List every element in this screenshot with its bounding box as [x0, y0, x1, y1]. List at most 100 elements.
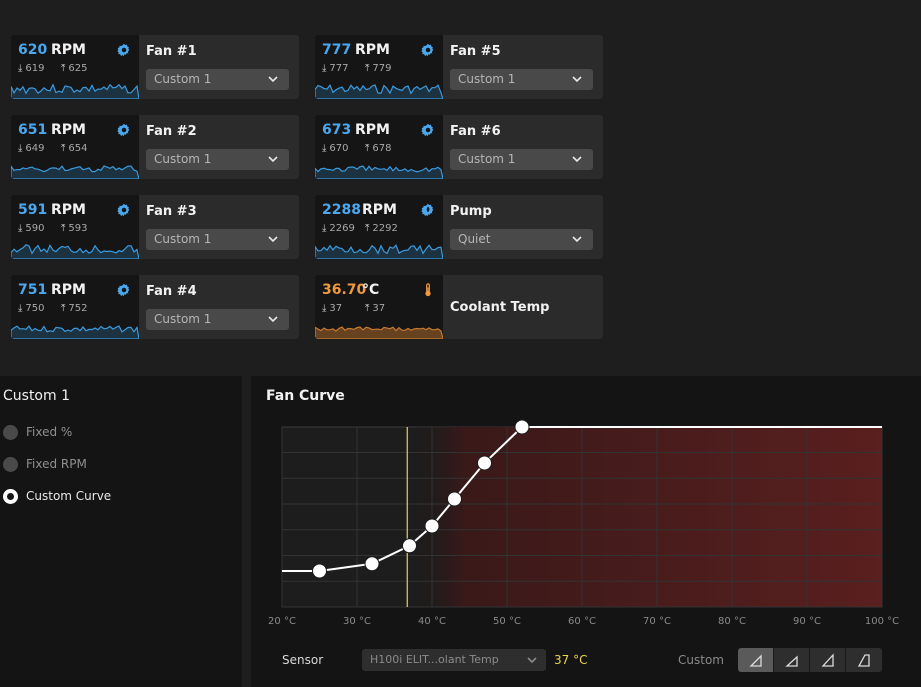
chevron-down-icon [268, 76, 278, 83]
gear-icon[interactable] [421, 42, 435, 57]
min-value: 750 [25, 303, 45, 314]
x-tick-label: 60 °C [568, 616, 596, 627]
chevron-down-icon [527, 657, 537, 664]
min-reading: ⤓ 590 [18, 223, 45, 234]
device-card-pump: 2288 RPM ⤓ 2269 ⤒ 2292 Pump Quiet [315, 195, 603, 259]
reading-unit: RPM [355, 122, 390, 138]
fan-curve-chart[interactable]: 20 °C 30 °C 40 °C 50 °C 60 °C 70 °C 80 °C 90 °C… [251, 376, 921, 636]
preset-select[interactable]: Custom 1 [146, 229, 289, 250]
min-reading: ⤓ 37 [322, 303, 342, 314]
device-name: Fan #4 [146, 284, 197, 299]
max-reading: ⤒ 779 [365, 63, 392, 74]
sparkline [11, 165, 139, 179]
sensor-select[interactable]: H100i ELIT...olant Temp [362, 649, 546, 671]
arrow-down-icon: ⤓ [322, 63, 327, 74]
device-name: Coolant Temp [450, 300, 550, 315]
gear-icon[interactable] [421, 122, 435, 137]
sparkline [11, 325, 139, 339]
curve-point[interactable] [424, 518, 440, 534]
reading-unit: RPM [51, 202, 86, 218]
radio-button[interactable] [3, 457, 18, 472]
device-name: Fan #3 [146, 204, 197, 219]
thermometer-icon[interactable] [421, 282, 435, 297]
x-tick-label: 30 °C [343, 616, 371, 627]
arrow-down-icon: ⤓ [322, 143, 327, 154]
curve-point[interactable] [447, 491, 462, 507]
arrow-up-icon: ⤒ [365, 143, 370, 154]
arrow-down-icon: ⤓ [18, 63, 23, 74]
preset-select-value: Custom 1 [154, 232, 212, 246]
min-reading: ⤓ 649 [18, 143, 45, 154]
min-value: 37 [329, 303, 343, 314]
sparkline [315, 244, 443, 259]
mode-fixed-rpm[interactable]: Fixed RPM [3, 456, 203, 474]
preset-select[interactable]: Custom 1 [450, 69, 593, 90]
preset-button-group [738, 648, 882, 672]
arrow-down-icon: ⤓ [18, 223, 23, 234]
reading-unit: RPM [51, 282, 86, 298]
reading-value: 620 [18, 42, 48, 58]
max-value: 654 [68, 143, 88, 154]
device-card-fan6: 673 RPM ⤓ 670 ⤒ 678 Fan #6 Custom 1 [315, 115, 603, 179]
arrow-up-icon: ⤒ [365, 223, 370, 234]
quiet-preset-icon [748, 654, 762, 667]
pump-icon[interactable] [421, 202, 435, 217]
chevron-down-icon [268, 236, 278, 243]
x-tick-label: 80 °C [718, 616, 746, 627]
mode-custom-curve[interactable]: Custom Curve [3, 488, 203, 506]
heat-region [407, 427, 882, 607]
sensor-readout: 777 RPM ⤓ 777 ⤒ 779 [315, 35, 443, 99]
arrow-up-icon: ⤒ [61, 303, 66, 314]
preset-select[interactable]: Custom 1 [146, 309, 289, 330]
arrow-down-icon: ⤓ [18, 303, 23, 314]
curve-point[interactable] [364, 556, 380, 572]
gear-icon[interactable] [117, 122, 131, 137]
preset-button-3[interactable] [810, 648, 846, 672]
curve-point[interactable] [514, 419, 530, 435]
max-reading: ⤒ 678 [365, 143, 392, 154]
gear-icon[interactable] [117, 282, 131, 297]
reading-value: 751 [18, 282, 48, 298]
x-tick-label: 100 °C [865, 616, 899, 627]
preset-button-2[interactable] [774, 648, 810, 672]
preset-select[interactable]: Custom 1 [146, 149, 289, 170]
radio-button[interactable] [3, 425, 18, 440]
gear-icon[interactable] [117, 202, 131, 217]
max-value: 779 [372, 63, 392, 74]
radio-button-selected[interactable] [3, 489, 18, 504]
reading-unit: °C [362, 282, 380, 298]
arrow-down-icon: ⤓ [18, 143, 23, 154]
mode-label: Fixed % [26, 425, 73, 439]
preset-button-4[interactable] [846, 648, 882, 672]
curve-point[interactable] [477, 455, 492, 471]
sensor-temperature: 37 °C [554, 653, 588, 667]
reading-unit: RPM [51, 122, 86, 138]
max-value: 625 [68, 63, 88, 74]
sensor-readout: 651 RPM ⤓ 649 ⤒ 654 [11, 115, 139, 179]
device-name: Fan #2 [146, 124, 197, 139]
x-tick-label: 50 °C [493, 616, 521, 627]
preset-button-1[interactable] [738, 648, 774, 672]
arrow-up-icon: ⤒ [61, 223, 66, 234]
preset-select-value: Custom 1 [154, 152, 212, 166]
preset-select[interactable]: Custom 1 [146, 69, 289, 90]
sparkline [315, 326, 443, 339]
preset-select[interactable]: Quiet [450, 229, 593, 250]
gear-icon[interactable] [117, 42, 131, 57]
extreme-preset-icon [857, 654, 870, 667]
curve-point[interactable] [402, 538, 417, 554]
reading-value: 673 [322, 122, 352, 138]
min-reading: ⤓ 670 [322, 143, 349, 154]
curve-point[interactable] [312, 563, 327, 579]
x-tick-label: 90 °C [793, 616, 821, 627]
sensor-readout: 591 RPM ⤓ 590 ⤒ 593 [11, 195, 139, 259]
x-tick-label: 70 °C [643, 616, 671, 627]
preset-select[interactable]: Custom 1 [450, 149, 593, 170]
mode-fixed-percent[interactable]: Fixed % [3, 424, 203, 442]
arrow-up-icon: ⤒ [365, 63, 370, 74]
max-value: 593 [68, 223, 88, 234]
performance-preset-icon [821, 653, 834, 667]
device-name: Fan #5 [450, 44, 501, 59]
min-reading: ⤓ 2269 [322, 223, 355, 234]
reading-unit: RPM [355, 42, 390, 58]
